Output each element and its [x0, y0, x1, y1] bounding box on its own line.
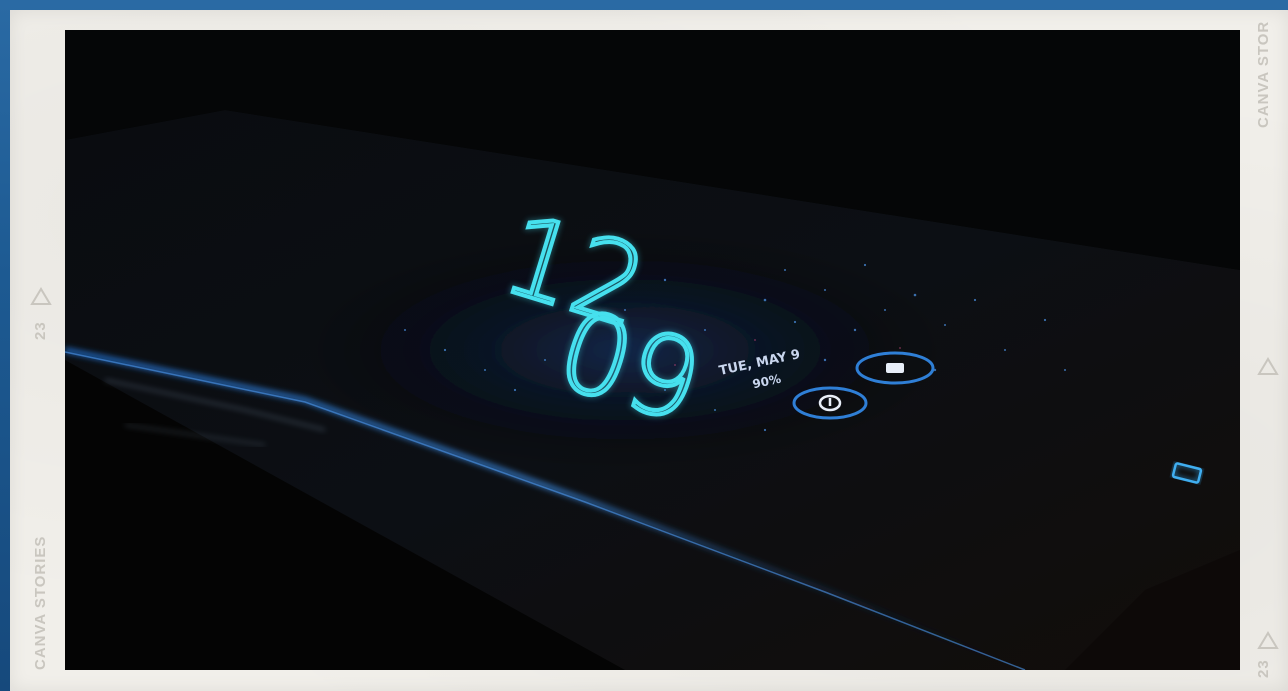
- frame-number-right: 23: [1255, 659, 1272, 678]
- phone-photo: 12 12 09 09 TUE, MAY 9 90%: [65, 30, 1240, 670]
- film-brand-right: CANVA STOR: [1255, 20, 1272, 128]
- film-brand-left: CANVA STORIES: [32, 535, 49, 670]
- phone-illustration: 12 12 09 09 TUE, MAY 9 90%: [65, 30, 1240, 670]
- frame-number-left: 23: [32, 321, 49, 340]
